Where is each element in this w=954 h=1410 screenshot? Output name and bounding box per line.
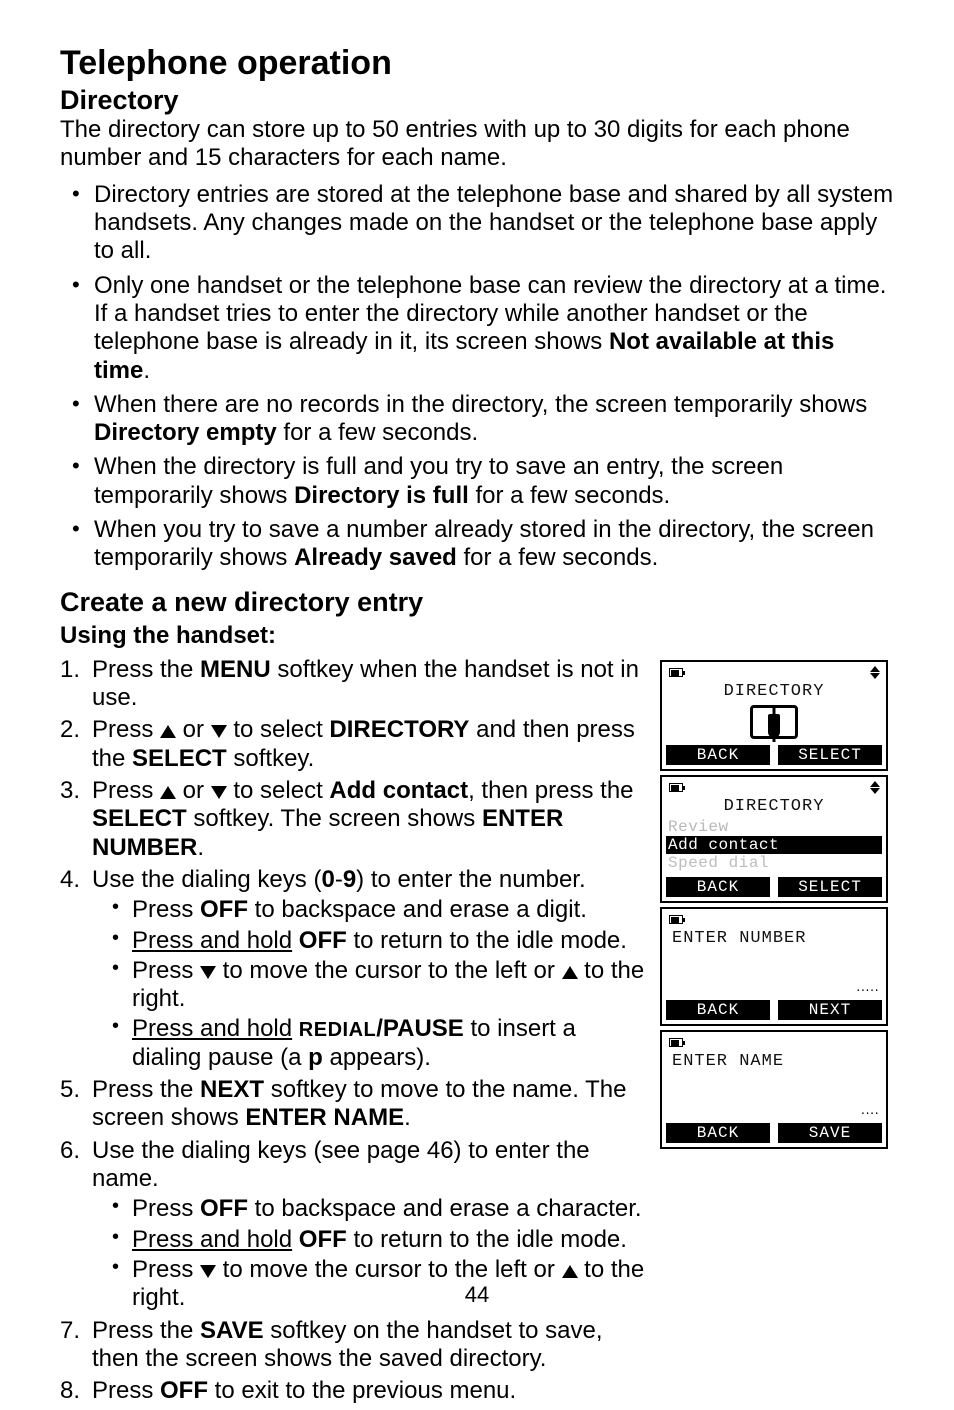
intro-paragraph: The directory can store up to 50 entries… [60,116,894,173]
step-5: Press the NEXT softkey to move to the na… [60,1076,646,1133]
bullet-list: Directory entries are stored at the tele… [60,181,894,573]
screen-title: ENTER NAME [666,1052,882,1071]
screen-title: DIRECTORY [666,797,882,816]
lcd-screen-enter-name: ENTER NAME .... BACK SAVE [660,1030,888,1149]
menu-item-add-contact[interactable]: Add contact [666,836,882,854]
softkey-back[interactable]: BACK [666,745,770,765]
sub-item: Press and hold REDIAL/PAUSE to insert a … [116,1015,646,1072]
battery-icon [669,783,683,792]
page-number: 44 [0,1282,954,1308]
bullet-item: When the directory is full and you try t… [78,453,894,510]
softkey-select[interactable]: SELECT [778,877,882,897]
subsection-heading: Create a new directory entry [60,587,894,618]
softkey-save[interactable]: SAVE [778,1123,882,1143]
up-arrow-icon [160,725,176,738]
battery-icon [669,1038,683,1047]
cursor-icon: ..... [855,983,878,995]
using-handset-heading: Using the handset: [60,622,894,650]
sub-item: Press OFF to backspace and erase a digit… [116,896,646,924]
down-arrow-icon [200,1265,216,1278]
step-3: Press or to select Add contact, then pre… [60,777,646,862]
softkey-back[interactable]: BACK [666,877,770,897]
lcd-screen-enter-number: ENTER NUMBER ..... BACK NEXT [660,907,888,1026]
softkey-back[interactable]: BACK [666,1123,770,1143]
step-2: Press or to select DIRECTORY and then pr… [60,716,646,773]
bullet-item: Only one handset or the telephone base c… [78,272,894,385]
updown-arrows-icon [870,781,880,794]
sub-item: Press and hold OFF to return to the idle… [116,927,646,955]
lcd-screen-directory: DIRECTORY BACK SELECT [660,660,888,771]
updown-arrows-icon [870,666,880,679]
page-title: Telephone operation [60,44,894,83]
up-arrow-icon [562,1265,578,1278]
softkey-back[interactable]: BACK [666,1000,770,1020]
section-heading: Directory [60,85,894,116]
screen-title: DIRECTORY [666,682,882,701]
down-arrow-icon [211,725,227,738]
step-8: Press OFF to exit to the previous menu. [60,1377,646,1405]
bullet-item: When you try to save a number already st… [78,516,894,573]
step-4-sublist: Press OFF to backspace and erase a digit… [92,896,646,1072]
battery-icon [669,668,683,677]
sub-item: Press and hold OFF to return to the idle… [116,1226,646,1254]
up-arrow-icon [562,966,578,979]
softkey-next[interactable]: NEXT [778,1000,882,1020]
step-4: Use the dialing keys (0-9) to enter the … [60,866,646,1072]
battery-icon [669,915,683,924]
bullet-item: When there are no records in the directo… [78,391,894,448]
lcd-screen-directory-menu: DIRECTORY Review Add contact Speed dial … [660,775,888,903]
down-arrow-icon [200,966,216,979]
directory-book-icon [750,705,798,739]
down-arrow-icon [211,786,227,799]
step-7: Press the SAVE softkey on the handset to… [60,1317,646,1374]
sub-item: Press OFF to backspace and erase a chara… [116,1195,646,1223]
cursor-icon: .... [860,1106,878,1118]
menu-item-review[interactable]: Review [666,818,882,836]
softkey-select[interactable]: SELECT [778,745,882,765]
step-1: Press the MENU softkey when the handset … [60,656,646,713]
up-arrow-icon [160,786,176,799]
screen-title: ENTER NUMBER [666,929,882,948]
bullet-item: Directory entries are stored at the tele… [78,181,894,266]
sub-item: Press to move the cursor to the left or … [116,957,646,1014]
menu-item-speed-dial[interactable]: Speed dial [666,854,882,872]
